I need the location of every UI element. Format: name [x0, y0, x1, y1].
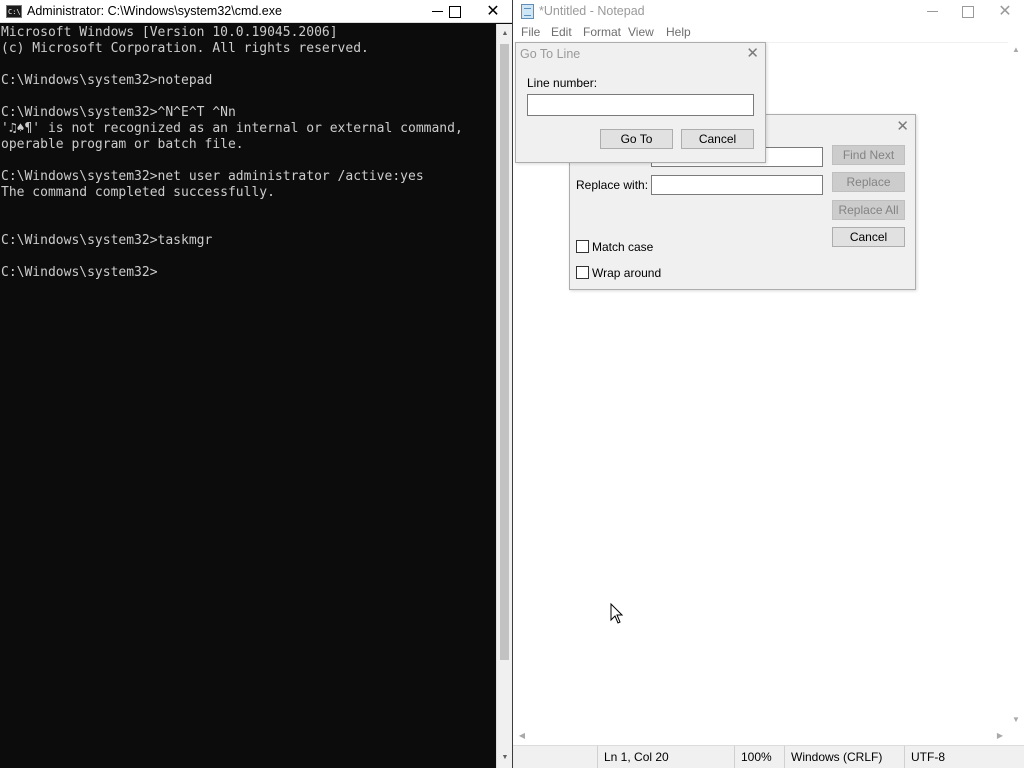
console-line: operable program or batch file. — [1, 137, 244, 152]
notepad-window-title: *Untitled - Notepad — [539, 4, 645, 18]
line-number-label: Line number: — [527, 76, 598, 90]
replace-cancel-button[interactable]: Cancel — [832, 227, 905, 247]
replace-button[interactable]: Replace — [832, 172, 905, 192]
menu-view[interactable]: View — [628, 25, 654, 39]
cmd-maximize-button[interactable] — [436, 0, 474, 23]
cmd-vertical-scrollbar[interactable]: ▲ ▼ — [496, 24, 512, 768]
find-next-button[interactable]: Find Next — [832, 145, 905, 165]
scroll-up-arrow-icon[interactable]: ▲ — [1008, 42, 1024, 58]
status-line-ending: Windows (CRLF) — [784, 746, 882, 768]
menu-file[interactable]: File — [521, 25, 540, 39]
cmd-app-icon: C:\ — [6, 5, 22, 18]
mouse-pointer-icon — [610, 603, 624, 624]
console-line: The command completed successfully. — [1, 185, 275, 200]
scroll-down-arrow-icon[interactable]: ▼ — [1008, 712, 1024, 728]
cmd-window-title: Administrator: C:\Windows\system32\cmd.e… — [27, 4, 282, 18]
scroll-left-arrow-icon[interactable]: ◀ — [514, 728, 530, 744]
match-case-checkbox[interactable] — [576, 240, 589, 253]
replace-with-input[interactable] — [651, 175, 823, 195]
status-zoom-level: 100% — [734, 746, 772, 768]
notepad-status-bar: Ln 1, Col 20 100% Windows (CRLF) UTF-8 — [513, 745, 1024, 768]
status-encoding: UTF-8 — [904, 746, 945, 768]
cmd-close-button[interactable]: ✕ — [474, 0, 512, 23]
cmd-scrollbar-thumb[interactable] — [500, 44, 509, 660]
console-line: C:\Windows\system32>taskmgr — [1, 233, 213, 248]
console-line: C:\Windows\system32>net user administrat… — [1, 169, 424, 184]
notepad-vertical-scrollbar[interactable]: ▲ ▼ — [1008, 42, 1024, 728]
status-cursor-position: Ln 1, Col 20 — [597, 746, 669, 768]
scroll-down-arrow-icon[interactable]: ▼ — [497, 750, 513, 766]
console-line: C:\Windows\system32> — [1, 265, 158, 280]
console-line: '♫♠¶' is not recognized as an internal o… — [1, 121, 463, 136]
wrap-around-checkbox[interactable] — [576, 266, 589, 279]
scroll-right-arrow-icon[interactable]: ▶ — [992, 728, 1008, 744]
match-case-label[interactable]: Match case — [592, 240, 653, 254]
cmd-window: C:\ Administrator: C:\Windows\system32\c… — [0, 0, 512, 768]
notepad-app-icon — [521, 4, 534, 19]
console-line: C:\Windows\system32>notepad — [1, 73, 213, 88]
cmd-titlebar[interactable]: C:\ Administrator: C:\Windows\system32\c… — [0, 0, 512, 23]
replace-dialog-close-button[interactable]: ✕ — [896, 117, 909, 135]
notepad-titlebar[interactable]: *Untitled - Notepad ✕ — [513, 0, 1024, 23]
line-number-input[interactable] — [527, 94, 754, 116]
notepad-horizontal-scrollbar[interactable]: ◀ ▶ — [514, 728, 1008, 744]
go-to-cancel-button[interactable]: Cancel — [681, 129, 754, 149]
menu-help[interactable]: Help — [666, 25, 691, 39]
go-to-button[interactable]: Go To — [600, 129, 673, 149]
notepad-maximize-button[interactable] — [949, 0, 987, 23]
go-to-line-title: Go To Line — [520, 47, 581, 61]
notepad-close-button[interactable]: ✕ — [986, 0, 1024, 23]
replace-all-button[interactable]: Replace All — [832, 200, 905, 220]
menu-format[interactable]: Format — [583, 25, 621, 39]
notepad-minimize-button[interactable] — [913, 0, 951, 23]
cmd-console-output[interactable]: Microsoft Windows [Version 10.0.19045.20… — [0, 24, 496, 768]
console-line: (c) Microsoft Corporation. All rights re… — [1, 41, 369, 56]
go-to-line-close-button[interactable]: ✕ — [746, 44, 759, 62]
notepad-menubar: File Edit Format View Help — [513, 23, 1024, 41]
go-to-line-dialog: Go To Line ✕ Line number: Go To Cancel — [515, 42, 766, 163]
replace-with-label: Replace with: — [576, 178, 649, 192]
menu-edit[interactable]: Edit — [551, 25, 572, 39]
wrap-around-label[interactable]: Wrap around — [592, 266, 661, 280]
scroll-up-arrow-icon[interactable]: ▲ — [497, 26, 513, 42]
console-line: C:\Windows\system32>^N^E^T ^Nn — [1, 105, 236, 120]
console-line: Microsoft Windows [Version 10.0.19045.20… — [1, 25, 338, 40]
